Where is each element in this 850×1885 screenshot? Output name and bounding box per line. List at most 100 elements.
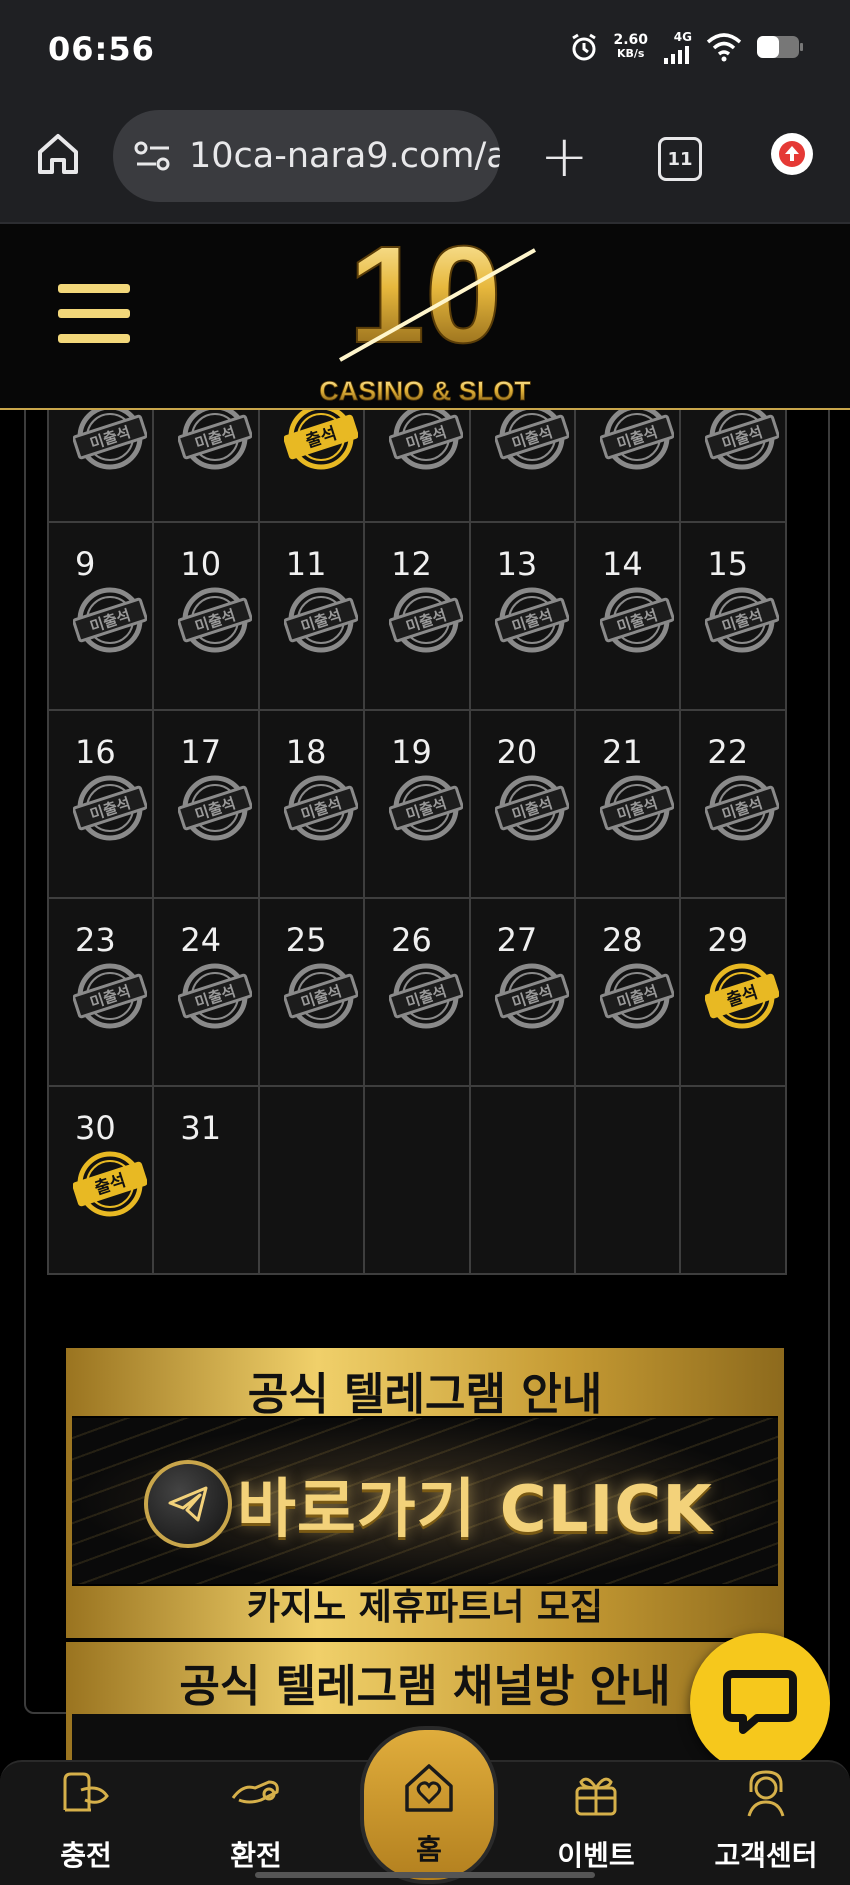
day-number: 22: [707, 733, 749, 771]
day-number: 25: [285, 921, 327, 959]
tabs-icon[interactable]: 11: [658, 137, 702, 181]
browser-home-button[interactable]: [34, 130, 82, 178]
calendar-day: 10 미출석: [152, 521, 260, 711]
alarm-icon: [572, 33, 597, 61]
calendar-week: 30 출석 31: [47, 1085, 801, 1275]
status-bar: 06:56 2.60 KB/s 4G: [0, 0, 850, 100]
nav-deposit-label: 충전: [60, 1839, 112, 1872]
stamp-absent: 미출석: [283, 587, 358, 653]
stamp-absent: 미출석: [73, 410, 147, 470]
update-icon[interactable]: [771, 133, 813, 175]
logo-text: CASINO & SLOT: [319, 376, 531, 406]
nav-withdraw[interactable]: 환전: [196, 1770, 316, 1874]
calendar-day: 31: [152, 1085, 260, 1275]
day-number: 14: [601, 545, 643, 583]
calendar-week: 미출석 미출석 출석 미출석 미출석 미출석 미출석: [47, 410, 801, 523]
site-settings-icon[interactable]: [133, 140, 173, 172]
nav-home[interactable]: 홈: [360, 1726, 498, 1884]
new-tab-icon[interactable]: +: [540, 127, 589, 185]
day-number: 30: [75, 1109, 116, 1147]
stamp-absent: 미출석: [73, 775, 147, 841]
day-number: 20: [496, 733, 538, 771]
site-header: 10 CASINO & SLOT: [0, 217, 850, 410]
stamp-absent: 미출석: [389, 587, 464, 653]
banner2-title: 공식 텔레그램 채널방 안내: [179, 1661, 671, 1712]
stamp-present: 출석: [705, 963, 780, 1029]
nav-deposit[interactable]: 충전: [26, 1770, 146, 1874]
calendar-day: 12 미출석: [363, 521, 471, 711]
calendar-day: 9 미출석: [47, 521, 155, 711]
stamp-absent: 미출석: [283, 775, 358, 841]
day-number: 27: [496, 921, 538, 959]
attendance-calendar: 미출석 미출석 출석 미출석 미출석 미출석 미출석 9 미출석 10 미출석 11 미출석 12 미출석 1…: [47, 410, 801, 1275]
day-number: 18: [285, 733, 327, 771]
day-number: 23: [75, 921, 116, 959]
day-number: 21: [601, 733, 643, 771]
calendar-day: 미출석: [363, 410, 471, 523]
nav-support-label: 고객센터: [714, 1839, 818, 1872]
net-speed-value: 2.60: [613, 32, 648, 48]
stamp-absent: 미출석: [283, 963, 358, 1029]
calendar-day: 27 미출석: [468, 897, 576, 1087]
banner-cta-text: 바로가기 CLICK: [237, 1473, 713, 1547]
stamp-absent: 미출석: [73, 963, 147, 1029]
calendar-day: 미출석: [679, 410, 787, 523]
calendar-day: 미출석: [468, 410, 576, 523]
stamp-absent: 미출석: [599, 775, 674, 841]
stamp-absent: 미출석: [705, 587, 780, 653]
calendar-day: 22 미출석: [679, 709, 787, 899]
day-number: 11: [285, 545, 327, 583]
nav-event-label: 이벤트: [557, 1839, 635, 1872]
stamp-absent: 미출석: [494, 410, 569, 470]
net-speed-unit: KB/s: [616, 47, 645, 60]
calendar-week: 9 미출석 10 미출석 11 미출석 12 미출석 13 미출석 14 미출석 15 미출석: [47, 521, 801, 711]
browser-toolbar: 10ca-nara9.com/a + 11: [0, 100, 850, 224]
nav-event[interactable]: 이벤트: [536, 1770, 656, 1874]
main-content: 미출석 미출석 출석 미출석 미출석 미출석 미출석 9 미출석 10 미출석 11 미출석 12 미출석 1…: [0, 410, 850, 1760]
stamp-absent: 미출석: [178, 963, 253, 1029]
calendar-day: [468, 1085, 576, 1275]
telegram-banner[interactable]: 공식 텔레그램 안내 바로가기 CLICK 카지노 제휴파트너 모집: [66, 1348, 784, 1638]
calendar-day: [363, 1085, 471, 1275]
calendar-day: 출석: [257, 410, 366, 523]
gift-icon: [575, 1777, 617, 1816]
calendar-day: 미출석: [152, 410, 260, 523]
calendar-day: 14 미출석: [573, 521, 682, 711]
telegram-icon: [144, 1460, 232, 1548]
url-text: 10ca-nara9.com/a: [189, 136, 500, 176]
calendar-day: 미출석: [47, 410, 155, 523]
site-logo[interactable]: 10 CASINO & SLOT: [300, 217, 550, 406]
stamp-absent: 미출석: [494, 587, 569, 653]
day-number: 24: [180, 921, 222, 959]
day-number: 31: [180, 1109, 222, 1147]
hamburger-icon[interactable]: [58, 284, 130, 359]
battery-icon: [757, 36, 803, 58]
stamp-absent: 미출석: [494, 775, 569, 841]
day-number: 9: [75, 545, 96, 583]
calendar-day: 19 미출석: [363, 709, 471, 899]
calendar-day: 16 미출석: [47, 709, 155, 899]
nav-support[interactable]: 고객센터: [706, 1770, 826, 1874]
day-number: 16: [75, 733, 116, 771]
chat-button[interactable]: [690, 1633, 830, 1773]
calendar-day: 30 출석: [47, 1085, 155, 1275]
stamp-absent: 미출석: [178, 587, 253, 653]
stamp-absent: 미출석: [494, 963, 569, 1029]
calendar-day: [573, 1085, 682, 1275]
calendar-day: 26 미출석: [363, 897, 471, 1087]
net-speed: 2.60 KB/s: [613, 33, 648, 61]
day-number: 15: [707, 545, 749, 583]
address-bar[interactable]: 10ca-nara9.com/a: [113, 110, 500, 202]
stamp-absent: 미출석: [705, 775, 780, 841]
calendar-day: 15 미출석: [679, 521, 787, 711]
calendar-day: 21 미출석: [573, 709, 682, 899]
banner-cta-panel: 바로가기 CLICK: [72, 1416, 778, 1586]
network-type: 4G: [673, 30, 692, 44]
signal-icon: [664, 46, 689, 64]
status-time: 06:56: [48, 30, 155, 68]
calendar-day: 13 미출석: [468, 521, 576, 711]
calendar-day: 20 미출석: [468, 709, 576, 899]
support-icon: [747, 1770, 785, 1817]
home-heart-icon: [405, 1764, 453, 1812]
wifi-icon: [706, 33, 742, 62]
